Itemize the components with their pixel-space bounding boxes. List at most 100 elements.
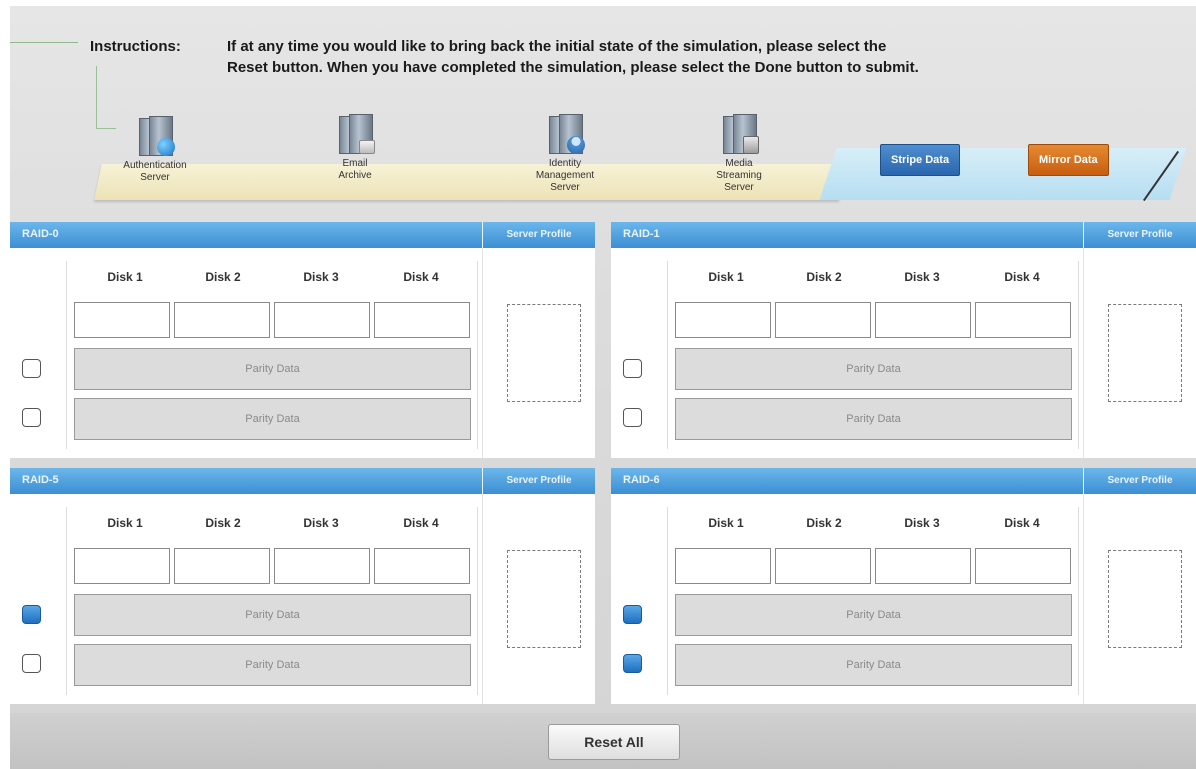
server-profile-area	[482, 248, 595, 458]
decorative-line	[10, 42, 78, 43]
disk-3-header: Disk 3	[303, 516, 339, 530]
disk-4-slot[interactable]	[975, 548, 1071, 584]
disk-1-slot[interactable]	[675, 302, 771, 338]
server-label-line1: Media	[725, 158, 753, 169]
disk-1-header: Disk 1	[708, 516, 744, 530]
parity-data-row-1[interactable]: Parity Data	[675, 348, 1072, 390]
instructions-line-1: If at any time you would like to bring b…	[227, 38, 887, 55]
server-profile-dropzone[interactable]	[507, 304, 581, 402]
decorative-line	[96, 66, 97, 128]
server-label-line1: Email	[342, 158, 368, 169]
raid-1-panel: RAID-1 Server Profile Disk 1 Disk 2 Disk…	[611, 222, 1196, 458]
disk-3-header: Disk 3	[904, 270, 940, 284]
disk-2-header: Disk 2	[205, 270, 241, 284]
simulation-window: Instructions: If at any time you would l…	[10, 6, 1196, 769]
server-label-line1: Authentication	[123, 160, 187, 171]
mirror-data-button[interactable]: Mirror Data	[1028, 144, 1109, 176]
parity-row-1-checkbox[interactable]	[22, 359, 41, 378]
server-authentication[interactable]: Authentication Server	[100, 116, 210, 184]
raid-5-panel: RAID-5 Server Profile Disk 1 Disk 2 Disk…	[10, 468, 595, 704]
parity-row-1-checkbox[interactable]	[22, 605, 41, 624]
disk-3-header: Disk 3	[303, 270, 339, 284]
disk-2-header: Disk 2	[806, 270, 842, 284]
disk-1-slot[interactable]	[74, 302, 170, 338]
parity-data-row-1[interactable]: Parity Data	[74, 594, 471, 636]
disk-1-slot[interactable]	[74, 548, 170, 584]
server-profile-area	[482, 494, 595, 704]
raid-0-panel: RAID-0 Server Profile Disk 1 Disk 2 Disk…	[10, 222, 595, 458]
disk-1-header: Disk 1	[107, 270, 143, 284]
disk-1-header: Disk 1	[708, 270, 744, 284]
raid-6-panel: RAID-6 Server Profile Disk 1 Disk 2 Disk…	[611, 468, 1196, 704]
parity-data-row-2[interactable]: Parity Data	[675, 398, 1072, 440]
parity-row-2-checkbox[interactable]	[623, 408, 642, 427]
parity-data-row-2[interactable]: Parity Data	[74, 644, 471, 686]
stripe-data-button[interactable]: Stripe Data	[880, 144, 961, 176]
disk-2-slot[interactable]	[174, 548, 270, 584]
disk-3-slot[interactable]	[274, 548, 370, 584]
raid-header: RAID-5 Server Profile	[10, 468, 595, 494]
server-identity-management[interactable]: Identity Management Server	[510, 114, 620, 194]
server-label-line2: Streaming	[716, 170, 762, 181]
parity-data-row-2[interactable]: Parity Data	[675, 644, 1072, 686]
disk-4-header: Disk 4	[1004, 270, 1040, 284]
raid-header: RAID-0 Server Profile	[10, 222, 595, 248]
server-archive-icon	[335, 114, 375, 154]
disk-2-header: Disk 2	[806, 516, 842, 530]
instructions-label: Instructions:	[90, 38, 181, 55]
raid-title: RAID-0	[22, 228, 59, 240]
disk-4-header: Disk 4	[1004, 516, 1040, 530]
reset-all-button[interactable]: Reset All	[548, 724, 680, 760]
action-shelf	[819, 148, 1187, 200]
disk-3-slot[interactable]	[875, 302, 971, 338]
raid-header: RAID-1 Server Profile	[611, 222, 1196, 248]
disk-2-slot[interactable]	[775, 548, 871, 584]
server-profile-area	[1083, 494, 1196, 704]
disk-3-slot[interactable]	[274, 302, 370, 338]
server-label-line2: Server	[140, 172, 170, 183]
disk-4-header: Disk 4	[403, 270, 439, 284]
disk-1-header: Disk 1	[107, 516, 143, 530]
disk-4-slot[interactable]	[374, 302, 470, 338]
server-label-line3: Server	[724, 182, 754, 193]
raid-title: RAID-1	[623, 228, 660, 240]
server-profile-dropzone[interactable]	[507, 550, 581, 648]
server-profile-area	[1083, 248, 1196, 458]
server-label-line2: Archive	[338, 170, 372, 181]
server-globe-icon	[135, 116, 175, 156]
server-user-icon	[545, 114, 585, 154]
parity-data-row-2[interactable]: Parity Data	[74, 398, 471, 440]
disk-2-slot[interactable]	[775, 302, 871, 338]
disk-3-slot[interactable]	[875, 548, 971, 584]
parity-row-2-checkbox[interactable]	[22, 654, 41, 673]
server-label-line1: Identity	[548, 158, 582, 169]
disk-4-slot[interactable]	[374, 548, 470, 584]
server-label-line3: Server	[550, 182, 580, 193]
parity-row-2-checkbox[interactable]	[22, 408, 41, 427]
server-profile-header: Server Profile	[1083, 222, 1196, 248]
server-label-line2: Management	[535, 170, 595, 181]
parity-row-1-checkbox[interactable]	[623, 605, 642, 624]
server-profile-header: Server Profile	[1083, 468, 1196, 494]
server-profile-header: Server Profile	[482, 222, 595, 248]
disk-4-header: Disk 4	[403, 516, 439, 530]
server-profile-dropzone[interactable]	[1108, 304, 1182, 402]
parity-data-row-1[interactable]: Parity Data	[74, 348, 471, 390]
disk-4-slot[interactable]	[975, 302, 1071, 338]
server-email-archive[interactable]: Email Archive	[300, 114, 410, 182]
raid-header: RAID-6 Server Profile	[611, 468, 1196, 494]
disk-2-header: Disk 2	[205, 516, 241, 530]
disk-2-slot[interactable]	[174, 302, 270, 338]
server-profile-dropzone[interactable]	[1108, 550, 1182, 648]
server-media-streaming[interactable]: Media Streaming Server	[684, 114, 794, 194]
raid-title: RAID-6	[623, 474, 660, 486]
disk-1-slot[interactable]	[675, 548, 771, 584]
instructions-line-2: Reset button. When you have completed th…	[227, 59, 919, 76]
parity-data-row-1[interactable]: Parity Data	[675, 594, 1072, 636]
server-profile-header: Server Profile	[482, 468, 595, 494]
parity-row-2-checkbox[interactable]	[623, 654, 642, 673]
raid-title: RAID-5	[22, 474, 59, 486]
disk-3-header: Disk 3	[904, 516, 940, 530]
server-media-icon	[719, 114, 759, 154]
parity-row-1-checkbox[interactable]	[623, 359, 642, 378]
